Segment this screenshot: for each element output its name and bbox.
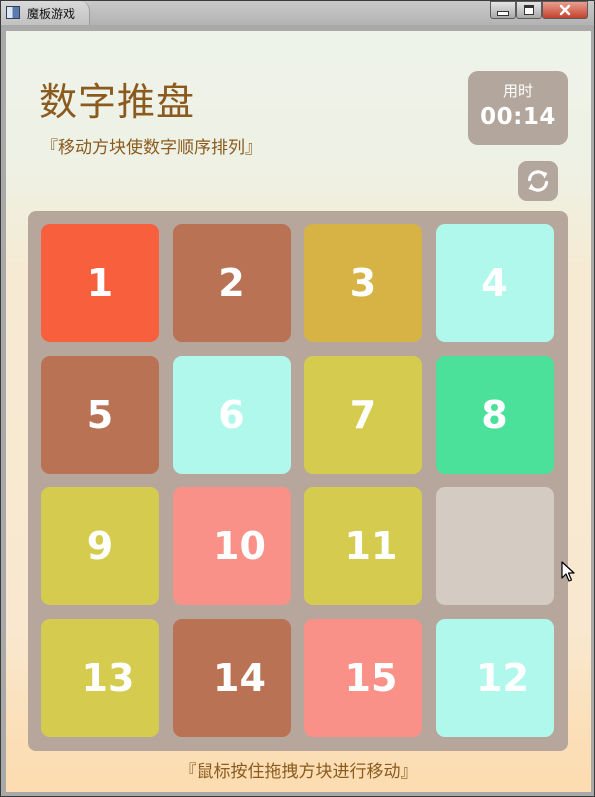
puzzle-board: 1 2 3 4 5 6 7 8 9 10 11 13 14 15 12 — [28, 211, 568, 751]
tile-number: 11 — [344, 524, 398, 568]
tile-number: 3 — [349, 261, 377, 305]
puzzle-tile[interactable]: 12 — [435, 618, 554, 737]
tile-number: 14 — [213, 655, 266, 700]
puzzle-tile[interactable]: 2 — [172, 224, 291, 342]
game-area: 数字推盘 『移动方块使数字顺序排列』 用时 00:14 1 2 3 4 5 6 7 8 9 10 1… — [6, 31, 591, 792]
tile-number: 7 — [349, 392, 377, 437]
tile-number: 15 — [344, 655, 398, 700]
empty-slot — [435, 487, 554, 605]
footer-hint: 『鼠标按住拖拽方块进行移动』 — [179, 762, 418, 782]
tile-number: 13 — [81, 655, 135, 700]
tile-number: 6 — [218, 392, 245, 437]
puzzle-tile[interactable]: 9 — [41, 487, 159, 605]
tile-number: 12 — [476, 655, 529, 700]
puzzle-tile[interactable]: 14 — [172, 618, 291, 737]
tile-number: 5 — [86, 392, 114, 437]
window-controls — [490, 1, 588, 20]
puzzle-tile[interactable]: 13 — [41, 618, 159, 737]
refresh-button[interactable] — [518, 161, 558, 201]
puzzle-tile[interactable]: 5 — [41, 355, 159, 474]
puzzle-tile[interactable]: 4 — [435, 224, 554, 342]
puzzle-tile[interactable]: 11 — [304, 487, 422, 605]
puzzle-tile[interactable]: 8 — [435, 355, 554, 474]
title-bar[interactable]: 魔板游戏 — [1, 1, 594, 25]
puzzle-tile[interactable]: 3 — [304, 224, 422, 342]
puzzle-tile[interactable]: 15 — [304, 618, 422, 737]
puzzle-tile[interactable]: 6 — [172, 355, 291, 474]
close-button[interactable] — [542, 1, 588, 19]
timer-label: 用时 — [502, 82, 533, 100]
puzzle-tile[interactable]: 1 — [41, 224, 159, 342]
game-subtitle: 『移动方块使数字顺序排列』 — [41, 138, 262, 158]
puzzle-tile[interactable]: 7 — [304, 355, 422, 474]
tile-number: 4 — [481, 261, 508, 305]
maximize-icon — [524, 5, 534, 15]
tile-number: 1 — [86, 261, 114, 305]
game-title: 数字推盘 — [39, 80, 196, 124]
minimize-icon — [497, 10, 509, 16]
window-title: 魔板游戏 — [27, 7, 76, 21]
close-icon — [559, 4, 571, 16]
tile-number: 10 — [213, 524, 266, 568]
puzzle-tile[interactable]: 10 — [172, 487, 291, 605]
timer-panel: 用时 00:14 — [468, 71, 568, 145]
minimize-button[interactable] — [490, 1, 516, 19]
app-icon — [6, 6, 20, 19]
app-window: 魔板游戏 数字推盘 『移动方块使数字顺序排列』 用时 00:14 1 2 3 4… — [0, 0, 595, 797]
tile-number: 8 — [481, 392, 508, 437]
maximize-button[interactable] — [516, 1, 542, 19]
timer-value: 00:14 — [480, 104, 556, 130]
refresh-icon — [527, 170, 549, 192]
mouse-pointer-icon — [561, 561, 575, 582]
tile-number: 2 — [218, 261, 245, 305]
tile-number: 9 — [86, 524, 114, 568]
